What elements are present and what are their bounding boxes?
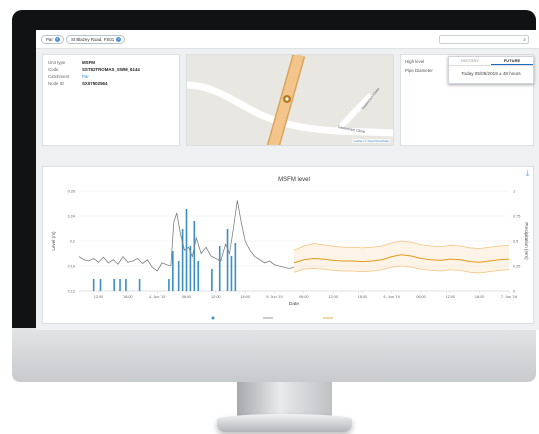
- x-tick-label: 06:00: [182, 295, 192, 299]
- site-map[interactable]: Tredenham Close Tredenham Close Leaflet …: [186, 54, 394, 146]
- y-tick-label: 0.2: [70, 240, 75, 244]
- forecast-tabs: HISTORY FUTURE: [449, 57, 533, 66]
- field-value: MSFM: [82, 60, 95, 65]
- precipitation-bar: [230, 256, 233, 291]
- filter-chip-site[interactable]: St Blazey Road, FS01 ×: [66, 35, 126, 44]
- close-icon[interactable]: ×: [54, 37, 60, 42]
- y2-tick-label: 0: [513, 290, 515, 294]
- y-tick-label: 0.24: [68, 215, 75, 219]
- x-tick-label: 12:00: [328, 295, 338, 299]
- precipitation-bar: [92, 279, 95, 291]
- precipitation-bar: [181, 229, 184, 291]
- x-axis-label: Date: [289, 301, 299, 307]
- top-bar: Par × St Blazey Road, FS01 × ⌕: [36, 30, 539, 49]
- x-tick-label: 18:00: [358, 295, 368, 299]
- precipitation-bar: [226, 229, 229, 291]
- chip-label: Par: [46, 37, 53, 42]
- precipitation-bar: [113, 279, 115, 291]
- precipitation-bar: [193, 221, 196, 291]
- x-tick-label: 06:00: [299, 295, 309, 299]
- catchment-link[interactable]: Par: [82, 74, 89, 79]
- precipitation-bar: [99, 279, 102, 291]
- search-icon[interactable]: ⌕: [523, 37, 526, 43]
- level-meta-card: High level Pipe Diameter HISTORY FUTURE …: [400, 54, 534, 146]
- info-row-unit-type: Unit type MSFM: [48, 59, 174, 66]
- monitor-chin: [12, 328, 536, 382]
- x-tick-label: 7. Jun '19: [501, 295, 517, 299]
- field-value: SX07502564: [82, 81, 108, 86]
- monitor-stand-foot: [217, 414, 352, 432]
- precipitation-bar: [119, 279, 121, 291]
- y-tick-label: 0.16: [68, 265, 75, 269]
- precipitation-bar: [138, 279, 141, 291]
- legend-marker-precipitation: [211, 316, 215, 320]
- precipitation-bar: [218, 246, 221, 291]
- field-label: Unit type: [48, 60, 66, 65]
- filter-chip-catchment[interactable]: Par ×: [41, 35, 64, 44]
- field-label: Node ID: [48, 81, 65, 86]
- close-icon[interactable]: ×: [116, 37, 122, 42]
- precipitation-bar: [177, 261, 180, 291]
- x-tick-label: 06:00: [416, 295, 426, 299]
- x-tick-label: 12:00: [94, 295, 104, 299]
- x-tick-label: 5. Jun '19: [266, 295, 282, 299]
- precipitation-bar: [234, 243, 237, 291]
- y2-axis-label: Precipitation (mm): [524, 222, 529, 260]
- map-canvas[interactable]: Tredenham Close Tredenham Close: [187, 55, 394, 146]
- field-label: Code: [48, 67, 59, 72]
- search-input[interactable]: ⌕: [439, 35, 529, 44]
- tab-future[interactable]: FUTURE: [491, 57, 533, 65]
- forecast-band: [294, 241, 509, 273]
- monitor-stand-neck: [237, 382, 332, 416]
- forecast-popup: HISTORY FUTURE Today 05/05/2019 ± 48 hou…: [448, 56, 534, 84]
- precipitation-bar: [211, 269, 213, 291]
- y-tick-label: 0.12: [68, 290, 75, 294]
- y2-tick-label: 0.5: [513, 240, 518, 244]
- info-row-catchment: Catchment Par: [48, 73, 174, 80]
- map-attribution[interactable]: Leaflet | © OpenStreetMap: [352, 139, 390, 143]
- chart-title: MSFM level: [278, 177, 310, 183]
- precipitation-bar: [172, 251, 174, 291]
- precipitation-bar: [168, 279, 170, 291]
- chip-label: St Blazey Road, FS01: [71, 37, 115, 42]
- app-screen: Par × St Blazey Road, FS01 × ⌕ Unit type…: [36, 30, 539, 330]
- forecast-time: Today 05/05/2019 ± 48 hours: [461, 71, 521, 76]
- y-tick-label: 0.28: [68, 190, 75, 194]
- site-info-card: Unit type MSFM Code SST82TROMAS_SWM_6144…: [42, 54, 180, 146]
- map-pin-icon[interactable]: [283, 95, 291, 103]
- x-tick-label: 18:00: [475, 295, 485, 299]
- precipitation-bar: [197, 261, 200, 291]
- y-axis-label: Level (m): [51, 231, 56, 251]
- x-tick-label: 18:00: [123, 295, 133, 299]
- precipitation-bar: [185, 209, 188, 291]
- field-value: SST82TROMAS_SWM_6144: [82, 67, 140, 72]
- y2-tick-label: 0.75: [513, 215, 520, 219]
- x-tick-label: 18:00: [240, 295, 250, 299]
- x-tick-label: 6. Jun '19: [384, 295, 400, 299]
- monitor: Par × St Blazey Road, FS01 × ⌕ Unit type…: [12, 10, 539, 432]
- level-chart: MSFM level 0.28 0.24 0.2 0.16 0.12 1 0.75 0.5 0.2…: [51, 177, 529, 320]
- info-row-node-id: Node ID SX07502564: [48, 80, 174, 87]
- x-tick-label: 12:00: [211, 295, 221, 299]
- tab-history[interactable]: HISTORY: [449, 57, 491, 65]
- x-tick-label: 12:00: [446, 295, 456, 299]
- precipitation-bar: [125, 279, 127, 291]
- info-row-code: Code SST82TROMAS_SWM_6144: [48, 66, 174, 73]
- field-label: Catchment: [48, 74, 70, 79]
- y2-tick-label: 0.25: [513, 265, 520, 269]
- x-tick-label: 4. Jun '19: [149, 295, 165, 299]
- level-chart-card: ⤓ MSFM level 0.28 0.24 0.2 0.16 0.12 1 0.75 0.5 0…: [42, 166, 534, 324]
- y2-tick-label: 1: [513, 190, 515, 194]
